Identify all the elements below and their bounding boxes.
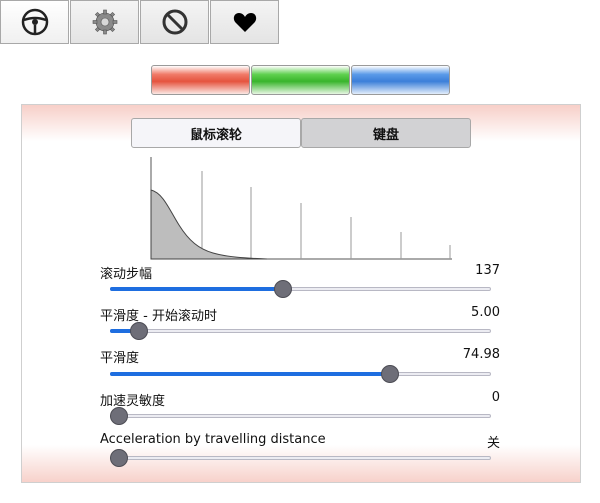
slider-fill <box>110 287 284 291</box>
graph-step-markers <box>201 171 451 259</box>
graph-velocity-curve <box>150 189 268 260</box>
slider-track <box>110 414 491 418</box>
slider-knob[interactable] <box>129 322 148 340</box>
no-entry-icon <box>162 9 187 35</box>
slider-knob[interactable] <box>110 407 128 425</box>
tab-gear[interactable] <box>70 0 139 44</box>
steering-wheel-icon <box>21 8 48 36</box>
scroll-curve-graph <box>150 157 452 260</box>
slider-knob[interactable] <box>110 449 128 467</box>
tab-keyboard[interactable]: 键盘 <box>301 118 471 148</box>
tab-steering[interactable] <box>0 0 69 44</box>
preset-green-button[interactable] <box>251 65 350 95</box>
acceleration-distance-label: Acceleration by travelling distance <box>100 432 326 447</box>
acceleration-sensitivity-value: 0 <box>491 390 500 405</box>
preset-blue-button[interactable] <box>351 65 450 95</box>
acceleration-distance-slider[interactable] <box>110 448 491 468</box>
slider-knob[interactable] <box>274 280 293 298</box>
tab-mouse-wheel[interactable]: 鼠标滚轮 <box>131 118 301 148</box>
gear-icon <box>92 9 117 35</box>
smoothness-slider[interactable] <box>110 364 491 384</box>
smoothness-start-slider[interactable] <box>110 321 491 341</box>
scroll-step-slider[interactable] <box>110 279 491 299</box>
settings-panel: 鼠标滚轮 键盘 滚动步幅 137 平滑度 - 开始滚动时 5.00 平滑度 74… <box>21 104 581 483</box>
tab-favorite[interactable] <box>210 0 279 44</box>
smoothness-start-value: 5.00 <box>471 305 500 320</box>
slider-track <box>110 456 491 460</box>
scroll-step-value: 137 <box>475 263 500 278</box>
slider-knob[interactable] <box>381 365 400 383</box>
slider-fill <box>110 372 391 376</box>
tab-block[interactable] <box>140 0 209 44</box>
slider-track <box>110 329 491 333</box>
preset-red-button[interactable] <box>151 65 250 95</box>
acceleration-sensitivity-slider[interactable] <box>110 406 491 426</box>
smoothness-value: 74.98 <box>462 347 500 362</box>
heart-icon <box>233 13 256 32</box>
